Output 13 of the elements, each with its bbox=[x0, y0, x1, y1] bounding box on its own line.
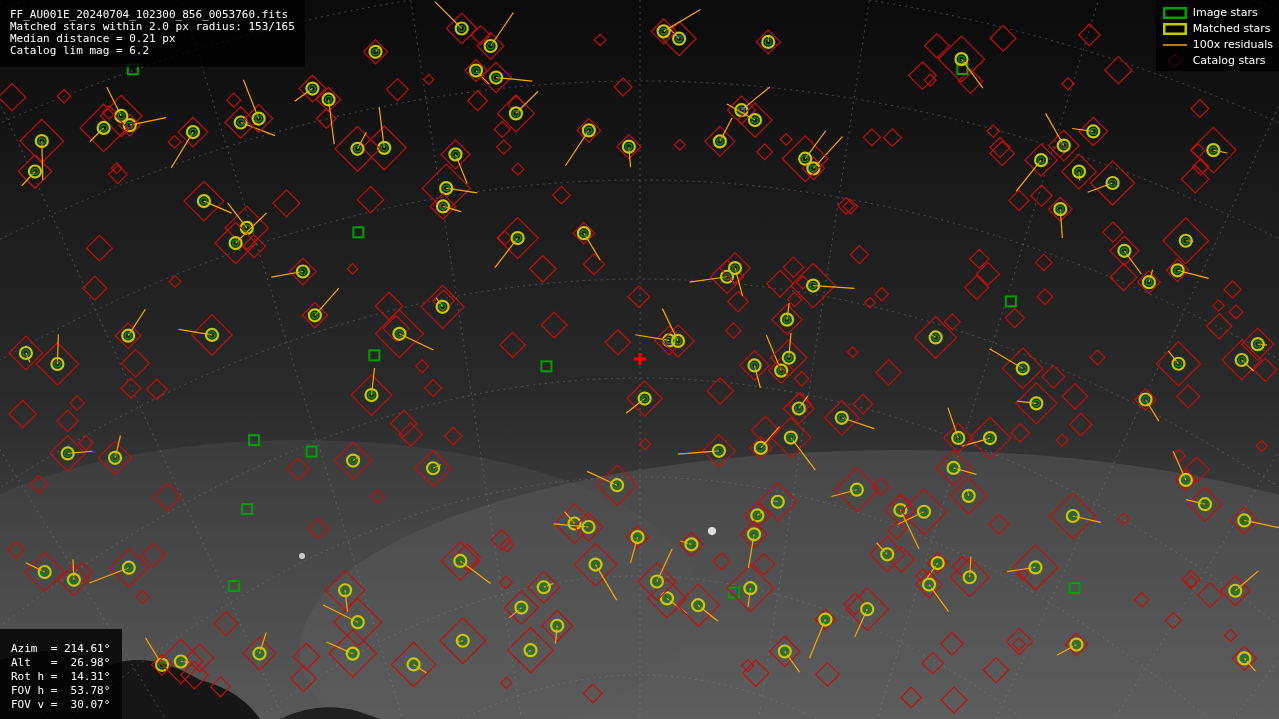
pointing-text: FOV h = 53.78° bbox=[11, 684, 111, 698]
pointing-text: FOV v = 30.07° bbox=[11, 698, 111, 712]
legend-label: 100x residuals bbox=[1192, 37, 1273, 52]
info-text: Catalog lim mag = 6.2 bbox=[10, 45, 151, 57]
pointing-text: Azim = 214.61° bbox=[11, 642, 111, 656]
info-text: Median distance = 0.21 px bbox=[10, 33, 177, 45]
info-text: Matched stars within 2.0 px radius: 153/165 bbox=[10, 21, 295, 33]
legend-label: Catalog stars bbox=[1192, 53, 1266, 68]
pointing-text: Alt = 26.98° bbox=[11, 656, 111, 670]
legend-label: Image stars bbox=[1192, 5, 1258, 20]
info-text: FF_AU001E_20240704_102300_856_0053760.fits bbox=[10, 9, 290, 21]
pointing-text: Rot h = 14.31° bbox=[11, 670, 111, 684]
legend-label: Matched stars bbox=[1192, 21, 1271, 36]
